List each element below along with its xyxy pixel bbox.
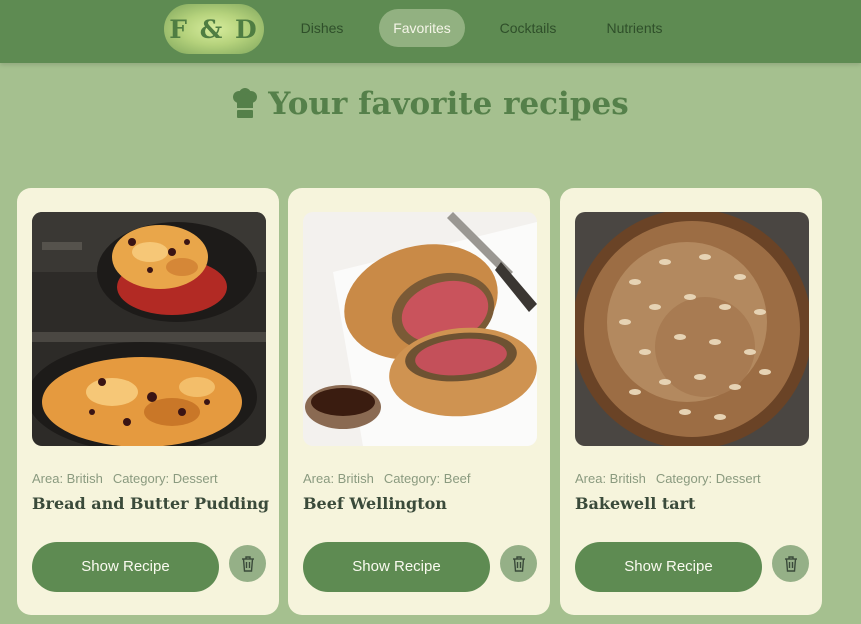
delete-favorite-button[interactable] [229,545,266,582]
recipe-area: Area: British [575,471,646,486]
nav-link-cocktails[interactable]: Cocktails [487,9,569,47]
recipe-area: Area: British [303,471,374,486]
recipe-meta: Area: British Category: Beef [303,471,471,486]
recipe-meta: Area: British Category: Dessert [575,471,761,486]
trash-icon [512,555,525,572]
nav-link-dishes[interactable]: Dishes [286,9,358,47]
show-recipe-button[interactable]: Show Recipe [303,542,490,592]
recipe-category: Category: Dessert [655,471,761,486]
recipe-photo[interactable] [303,212,537,446]
page-heading: Your favorite recipes [0,86,861,122]
recipe-name: Bread and Butter Pudding [32,494,270,513]
navbar: F & D Dishes Favorites Cocktails Nutrien… [0,0,861,63]
recipe-card: Area: British Category: Dessert Bakewell … [560,188,822,615]
delete-favorite-button[interactable] [772,545,809,582]
trash-icon [784,555,797,572]
chef-hat-icon [233,88,258,118]
show-recipe-button[interactable]: Show Recipe [32,542,219,592]
recipe-card: Area: British Category: Dessert Bread and… [17,188,279,615]
show-recipe-button[interactable]: Show Recipe [575,542,762,592]
recipe-card: Area: British Category: Beef Beef Welling… [288,188,550,615]
recipe-category: Category: Dessert [112,471,218,486]
nav-link-nutrients[interactable]: Nutrients [592,9,677,47]
trash-icon [241,555,254,572]
delete-favorite-button[interactable] [500,545,537,582]
recipe-area: Area: British [32,471,103,486]
recipe-name: Beef Wellington [303,494,447,513]
page-title: Your favorite recipes [268,86,629,122]
recipe-category: Category: Beef [383,471,471,486]
recipe-photo[interactable] [575,212,809,446]
logo[interactable]: F & D [164,4,264,54]
recipe-meta: Area: British Category: Dessert [32,471,218,486]
recipe-photo[interactable] [32,212,266,446]
nav-link-favorites[interactable]: Favorites [379,9,465,47]
recipe-name: Bakewell tart [575,494,696,513]
